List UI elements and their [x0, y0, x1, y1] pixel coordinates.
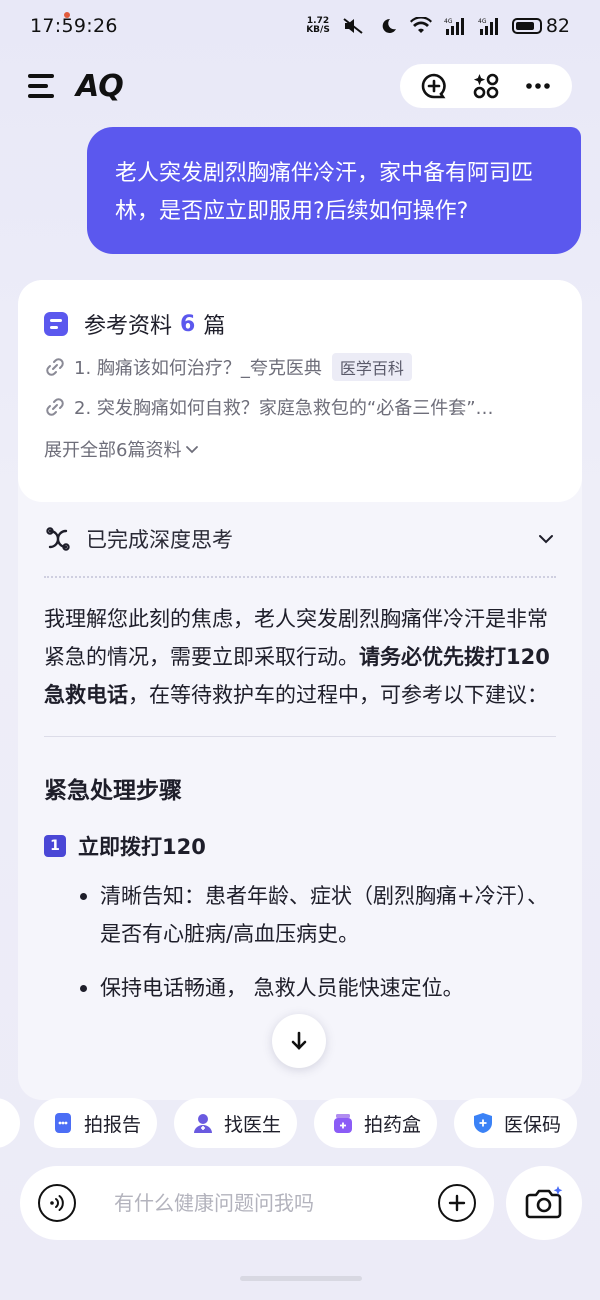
- more-icon: [526, 83, 550, 89]
- input-bar: [20, 1166, 494, 1240]
- quick-action-chips: 拍报告 找医生 拍药盒 医保码: [0, 1098, 600, 1150]
- chip-doctor[interactable]: 找医生: [174, 1098, 298, 1148]
- net-speed-unit: KB/S: [306, 25, 330, 35]
- apps-icon: [473, 73, 499, 99]
- references-header: 参考资料 6 篇: [44, 308, 556, 340]
- camera-icon: [525, 1186, 563, 1219]
- signal-4g-icon-2: 4G: [478, 18, 498, 35]
- svg-text:4G: 4G: [444, 18, 453, 25]
- link-icon: [46, 358, 64, 376]
- deep-thinking-toggle[interactable]: 已完成深度思考: [44, 502, 556, 578]
- reference-title: 1. 胸痛该如何治疗？_夸克医典: [74, 358, 322, 379]
- step-heading: 1 立即拨打120: [44, 831, 556, 861]
- voice-input-button[interactable]: [38, 1184, 76, 1222]
- battery-fill: [515, 22, 534, 30]
- reference-item[interactable]: 2. 突发胸痛如何自救？家庭急救包的“必备三件套”…: [44, 394, 556, 420]
- camera-button[interactable]: [506, 1166, 582, 1240]
- document-icon: [44, 312, 68, 336]
- scroll-to-bottom-button[interactable]: [272, 1014, 326, 1068]
- reference-tag: 医学百科: [331, 353, 412, 381]
- expand-references-button[interactable]: 展开全部6篇资料: [44, 436, 556, 462]
- app-logo: AQ: [76, 68, 124, 104]
- menu-icon[interactable]: [28, 74, 58, 98]
- chevron-down-icon: [539, 535, 553, 544]
- battery-icon: [511, 18, 542, 34]
- reference-title: 2. 突发胸痛如何自救？家庭急救包的“必备三件套”…: [74, 398, 494, 419]
- status-icons: 1.72 KB/S 4G 4G 82: [306, 15, 570, 37]
- status-bar: 17:59:26 1.72 KB/S 4G 4G 82: [0, 0, 600, 52]
- reference-item[interactable]: 1. 胸痛该如何治疗？_夸克医典 医学百科: [44, 353, 556, 381]
- section-heading: 紧急处理步骤: [44, 778, 182, 804]
- voice-wave-icon: [50, 1195, 64, 1211]
- doctor-icon: [194, 1114, 212, 1133]
- answer-body: 我理解您此刻的焦虑，老人突发剧烈胸痛伴冷汗是非常紧急的情况，需要立即采取行动。请…: [18, 578, 582, 1007]
- answer-intro: 我理解您此刻的焦虑，老人突发剧烈胸痛伴冷汗是非常紧急的情况，需要立即采取行动。请…: [44, 600, 556, 737]
- notification-dot-icon: [63, 12, 70, 18]
- references-panel: 参考资料 6 篇 1. 胸痛该如何治疗？_夸克医典 医学百科 2. 突发胸痛如何…: [18, 280, 582, 502]
- question-input[interactable]: [114, 1191, 438, 1215]
- arrow-down-icon: [291, 1031, 307, 1050]
- wifi-icon: [409, 17, 432, 33]
- status-time: 17:59:26: [30, 15, 118, 37]
- battery-percent: 82: [545, 15, 570, 37]
- moon-icon: [382, 18, 396, 33]
- user-message-bubble[interactable]: 老人突发剧烈胸痛伴冷汗，家中备有阿司匹林，是否应立即服用?后续如何操作?: [87, 127, 581, 254]
- chip-label: 拍药盒: [364, 1113, 422, 1136]
- references-count: 6: [180, 311, 196, 337]
- top-bar: AQ: [0, 58, 600, 114]
- chip-insurance[interactable]: 医保码: [454, 1098, 578, 1148]
- step-bullets: 清晰告知：患者年龄、症状（剧烈胸痛+冷汗）、是否有心脏病/高血压病史。 保持电话…: [44, 877, 556, 1007]
- mute-icon: [343, 18, 363, 34]
- chip-report[interactable]: 拍报告: [34, 1098, 158, 1148]
- step-title: 立即拨打120: [78, 835, 206, 859]
- chip-label: 找医生: [224, 1113, 282, 1136]
- more-button[interactable]: [523, 71, 553, 101]
- top-actions: [400, 64, 572, 108]
- answer-card: 参考资料 6 篇 1. 胸痛该如何治疗？_夸克医典 医学百科 2. 突发胸痛如何…: [18, 280, 582, 1100]
- chip-label: 医保码: [504, 1113, 562, 1136]
- home-indicator: [240, 1276, 362, 1281]
- deep-thinking-label: 已完成深度思考: [86, 528, 233, 552]
- report-icon: [55, 1113, 71, 1133]
- new-chat-button[interactable]: [419, 71, 449, 101]
- deep-thinking-icon: [46, 527, 70, 551]
- chip-medicine-box[interactable]: 拍药盒: [314, 1098, 438, 1148]
- expand-references-label: 展开全部6篇资料: [44, 440, 182, 461]
- references-suffix: 篇: [203, 314, 226, 339]
- signal-4g-icon: 4G: [444, 18, 464, 35]
- list-item: 保持电话畅通， 急救人员能快速定位。: [44, 969, 556, 1007]
- chip-partial[interactable]: [0, 1098, 20, 1148]
- medicine-box-icon: [334, 1114, 352, 1133]
- battery: 82: [511, 15, 570, 37]
- svg-text:4G: 4G: [478, 18, 487, 25]
- insurance-shield-icon: [474, 1113, 492, 1133]
- intro-text-2: ，在等待救护车的过程中，可参考以下建议：: [128, 683, 548, 707]
- plus-icon: [448, 1194, 466, 1212]
- references-label: 参考资料: [84, 314, 173, 339]
- link-icon: [46, 398, 64, 416]
- step-number-badge: 1: [44, 835, 66, 857]
- apps-button[interactable]: [471, 71, 501, 101]
- chip-label: 拍报告: [84, 1113, 142, 1136]
- chevron-down-icon: [186, 446, 199, 454]
- net-speed: 1.72 KB/S: [306, 17, 330, 35]
- attach-button[interactable]: [438, 1184, 476, 1222]
- list-item: 清晰告知：患者年龄、症状（剧烈胸痛+冷汗）、是否有心脏病/高血压病史。: [44, 877, 556, 953]
- new-chat-icon: [421, 73, 446, 99]
